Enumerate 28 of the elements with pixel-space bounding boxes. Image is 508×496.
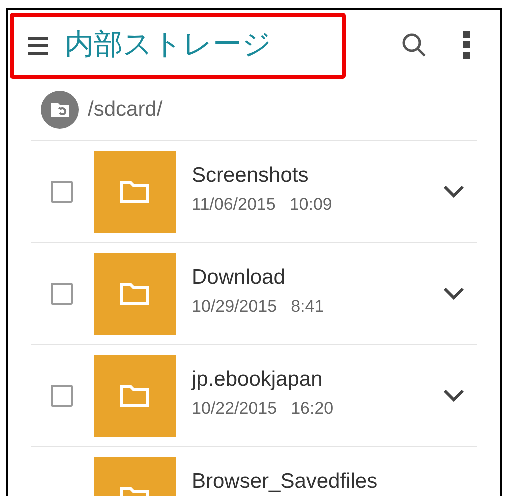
search-icon[interactable] <box>401 32 427 58</box>
folder-icon <box>120 180 150 204</box>
folder-tile[interactable] <box>94 150 176 232</box>
checkbox[interactable] <box>51 180 73 202</box>
folder-path: /sdcard/ <box>88 97 163 124</box>
file-name: Browser_Savedfiles <box>192 469 379 495</box>
file-date: 10/22/2015 <box>192 399 278 419</box>
folder-icon <box>120 384 150 408</box>
folder-icon <box>120 282 150 306</box>
checkbox[interactable] <box>51 384 73 406</box>
folder-tile[interactable] <box>94 252 176 334</box>
chevron-down-icon[interactable] <box>443 184 465 198</box>
folder-back-icon[interactable] <box>41 91 79 129</box>
file-name: Download <box>192 265 286 291</box>
window-title: 内部ストレージ <box>65 28 272 64</box>
chevron-down-icon[interactable] <box>443 388 465 402</box>
more-options-icon[interactable] <box>463 31 471 59</box>
file-name: Screenshots <box>192 163 310 189</box>
file-time: 16:20 <box>291 399 334 419</box>
folder-tile[interactable] <box>94 354 176 436</box>
checkbox[interactable] <box>51 282 73 304</box>
file-time: 10:09 <box>290 195 332 215</box>
file-time: 8:41 <box>291 297 324 317</box>
file-name: jp.ebookjapan <box>192 367 324 393</box>
file-date: 10/29/2015 <box>192 297 278 317</box>
file-date: 11/06/2015 <box>192 195 276 215</box>
menu-icon[interactable] <box>28 37 48 55</box>
chevron-down-icon[interactable] <box>443 286 465 300</box>
